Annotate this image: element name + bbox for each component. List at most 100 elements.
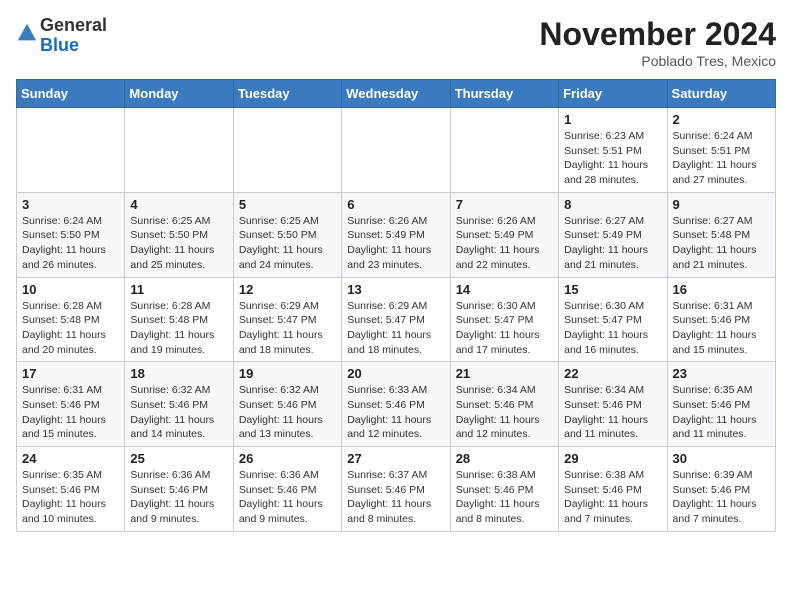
logo-general: General xyxy=(40,15,107,35)
day-info: Sunrise: 6:30 AM Sunset: 5:47 PM Dayligh… xyxy=(564,299,661,358)
calendar-week-row: 17Sunrise: 6:31 AM Sunset: 5:46 PM Dayli… xyxy=(17,362,776,447)
calendar-week-row: 3 Sunrise: 6:24 AM Sunset: 5:50 PM Daylig… xyxy=(17,192,776,277)
calendar-cell xyxy=(233,108,341,193)
calendar-cell: 20 Sunrise: 6:33 AM Sunset: 5:46 PM Dayli… xyxy=(342,362,450,447)
calendar-cell: 21Sunrise: 6:34 AM Sunset: 5:46 PM Dayli… xyxy=(450,362,558,447)
calendar-cell: 2 Sunrise: 6:24 AM Sunset: 5:51 PM Daylig… xyxy=(667,108,775,193)
day-header: Friday xyxy=(559,80,667,108)
calendar-cell: 16 Sunrise: 6:31 AM Sunset: 5:46 PM Dayli… xyxy=(667,277,775,362)
calendar-cell xyxy=(342,108,450,193)
calendar-cell: 15 Sunrise: 6:30 AM Sunset: 5:47 PM Dayli… xyxy=(559,277,667,362)
day-number: 30 xyxy=(673,451,770,466)
logo: General Blue xyxy=(16,16,107,56)
page-header: General Blue November 2024 Poblado Tres,… xyxy=(16,16,776,69)
day-info: Sunrise: 6:31 AM Sunset: 5:46 PM Dayligh… xyxy=(22,383,119,442)
day-number: 14 xyxy=(456,282,553,297)
calendar-cell: 12Sunrise: 6:29 AM Sunset: 5:47 PM Dayli… xyxy=(233,277,341,362)
day-header: Wednesday xyxy=(342,80,450,108)
calendar-cell: 9 Sunrise: 6:27 AM Sunset: 5:48 PM Daylig… xyxy=(667,192,775,277)
day-info: Sunrise: 6:34 AM Sunset: 5:46 PM Dayligh… xyxy=(456,383,553,442)
day-info: Sunrise: 6:32 AM Sunset: 5:46 PM Dayligh… xyxy=(130,383,227,442)
day-number: 19 xyxy=(239,366,336,381)
day-info: Sunrise: 6:27 AM Sunset: 5:49 PM Dayligh… xyxy=(564,214,661,273)
calendar-week-row: 10 Sunrise: 6:28 AM Sunset: 5:48 PM Dayli… xyxy=(17,277,776,362)
calendar-cell: 1 Sunrise: 6:23 AM Sunset: 5:51 PM Daylig… xyxy=(559,108,667,193)
day-info: Sunrise: 6:33 AM Sunset: 5:46 PM Dayligh… xyxy=(347,383,444,442)
calendar-cell: 27Sunrise: 6:37 AM Sunset: 5:46 PM Dayli… xyxy=(342,447,450,532)
day-info: Sunrise: 6:36 AM Sunset: 5:46 PM Dayligh… xyxy=(130,468,227,527)
day-number: 27 xyxy=(347,451,444,466)
day-number: 25 xyxy=(130,451,227,466)
day-header: Monday xyxy=(125,80,233,108)
day-info: Sunrise: 6:23 AM Sunset: 5:51 PM Dayligh… xyxy=(564,129,661,188)
calendar-cell: 25 Sunrise: 6:36 AM Sunset: 5:46 PM Dayli… xyxy=(125,447,233,532)
calendar-cell: 13Sunrise: 6:29 AM Sunset: 5:47 PM Dayli… xyxy=(342,277,450,362)
day-info: Sunrise: 6:36 AM Sunset: 5:46 PM Dayligh… xyxy=(239,468,336,527)
day-number: 8 xyxy=(564,197,661,212)
day-number: 6 xyxy=(347,197,444,212)
calendar-cell: 14 Sunrise: 6:30 AM Sunset: 5:47 PM Dayli… xyxy=(450,277,558,362)
day-number: 22 xyxy=(564,366,661,381)
day-info: Sunrise: 6:29 AM Sunset: 5:47 PM Dayligh… xyxy=(347,299,444,358)
day-info: Sunrise: 6:24 AM Sunset: 5:50 PM Dayligh… xyxy=(22,214,119,273)
day-number: 10 xyxy=(22,282,119,297)
logo-blue: Blue xyxy=(40,35,79,55)
calendar-cell: 6 Sunrise: 6:26 AM Sunset: 5:49 PM Daylig… xyxy=(342,192,450,277)
day-number: 16 xyxy=(673,282,770,297)
calendar-cell: 24 Sunrise: 6:35 AM Sunset: 5:46 PM Dayli… xyxy=(17,447,125,532)
day-info: Sunrise: 6:38 AM Sunset: 5:46 PM Dayligh… xyxy=(564,468,661,527)
day-number: 1 xyxy=(564,112,661,127)
day-number: 23 xyxy=(673,366,770,381)
day-info: Sunrise: 6:34 AM Sunset: 5:46 PM Dayligh… xyxy=(564,383,661,442)
day-info: Sunrise: 6:26 AM Sunset: 5:49 PM Dayligh… xyxy=(347,214,444,273)
day-header: Sunday xyxy=(17,80,125,108)
day-header: Tuesday xyxy=(233,80,341,108)
calendar-cell xyxy=(450,108,558,193)
day-info: Sunrise: 6:28 AM Sunset: 5:48 PM Dayligh… xyxy=(130,299,227,358)
day-number: 20 xyxy=(347,366,444,381)
day-info: Sunrise: 6:35 AM Sunset: 5:46 PM Dayligh… xyxy=(22,468,119,527)
calendar-cell: 19 Sunrise: 6:32 AM Sunset: 5:46 PM Dayli… xyxy=(233,362,341,447)
calendar-week-row: 24 Sunrise: 6:35 AM Sunset: 5:46 PM Dayli… xyxy=(17,447,776,532)
logo-text: General Blue xyxy=(40,16,107,56)
day-number: 2 xyxy=(673,112,770,127)
day-header: Thursday xyxy=(450,80,558,108)
day-number: 26 xyxy=(239,451,336,466)
calendar-cell: 4 Sunrise: 6:25 AM Sunset: 5:50 PM Daylig… xyxy=(125,192,233,277)
calendar-cell: 22 Sunrise: 6:34 AM Sunset: 5:46 PM Dayli… xyxy=(559,362,667,447)
day-header: Saturday xyxy=(667,80,775,108)
day-number: 4 xyxy=(130,197,227,212)
day-info: Sunrise: 6:24 AM Sunset: 5:51 PM Dayligh… xyxy=(673,129,770,188)
day-info: Sunrise: 6:32 AM Sunset: 5:46 PM Dayligh… xyxy=(239,383,336,442)
day-info: Sunrise: 6:26 AM Sunset: 5:49 PM Dayligh… xyxy=(456,214,553,273)
calendar-cell: 26 Sunrise: 6:36 AM Sunset: 5:46 PM Dayli… xyxy=(233,447,341,532)
day-number: 3 xyxy=(22,197,119,212)
day-number: 7 xyxy=(456,197,553,212)
calendar-cell: 23 Sunrise: 6:35 AM Sunset: 5:46 PM Dayli… xyxy=(667,362,775,447)
day-info: Sunrise: 6:31 AM Sunset: 5:46 PM Dayligh… xyxy=(673,299,770,358)
day-number: 28 xyxy=(456,451,553,466)
calendar-cell: 28Sunrise: 6:38 AM Sunset: 5:46 PM Dayli… xyxy=(450,447,558,532)
day-number: 9 xyxy=(673,197,770,212)
calendar-cell: 29 Sunrise: 6:38 AM Sunset: 5:46 PM Dayli… xyxy=(559,447,667,532)
day-info: Sunrise: 6:29 AM Sunset: 5:47 PM Dayligh… xyxy=(239,299,336,358)
calendar-cell: 3 Sunrise: 6:24 AM Sunset: 5:50 PM Daylig… xyxy=(17,192,125,277)
day-info: Sunrise: 6:27 AM Sunset: 5:48 PM Dayligh… xyxy=(673,214,770,273)
month-title: November 2024 xyxy=(539,16,776,53)
day-number: 5 xyxy=(239,197,336,212)
day-info: Sunrise: 6:35 AM Sunset: 5:46 PM Dayligh… xyxy=(673,383,770,442)
calendar-cell: 7 Sunrise: 6:26 AM Sunset: 5:49 PM Daylig… xyxy=(450,192,558,277)
day-info: Sunrise: 6:28 AM Sunset: 5:48 PM Dayligh… xyxy=(22,299,119,358)
day-number: 29 xyxy=(564,451,661,466)
location: Poblado Tres, Mexico xyxy=(539,53,776,69)
calendar-cell xyxy=(17,108,125,193)
title-block: November 2024 Poblado Tres, Mexico xyxy=(539,16,776,69)
calendar-cell: 17Sunrise: 6:31 AM Sunset: 5:46 PM Dayli… xyxy=(17,362,125,447)
day-number: 15 xyxy=(564,282,661,297)
day-info: Sunrise: 6:30 AM Sunset: 5:47 PM Dayligh… xyxy=(456,299,553,358)
day-number: 11 xyxy=(130,282,227,297)
day-info: Sunrise: 6:25 AM Sunset: 5:50 PM Dayligh… xyxy=(130,214,227,273)
day-number: 24 xyxy=(22,451,119,466)
calendar-cell xyxy=(125,108,233,193)
day-number: 18 xyxy=(130,366,227,381)
